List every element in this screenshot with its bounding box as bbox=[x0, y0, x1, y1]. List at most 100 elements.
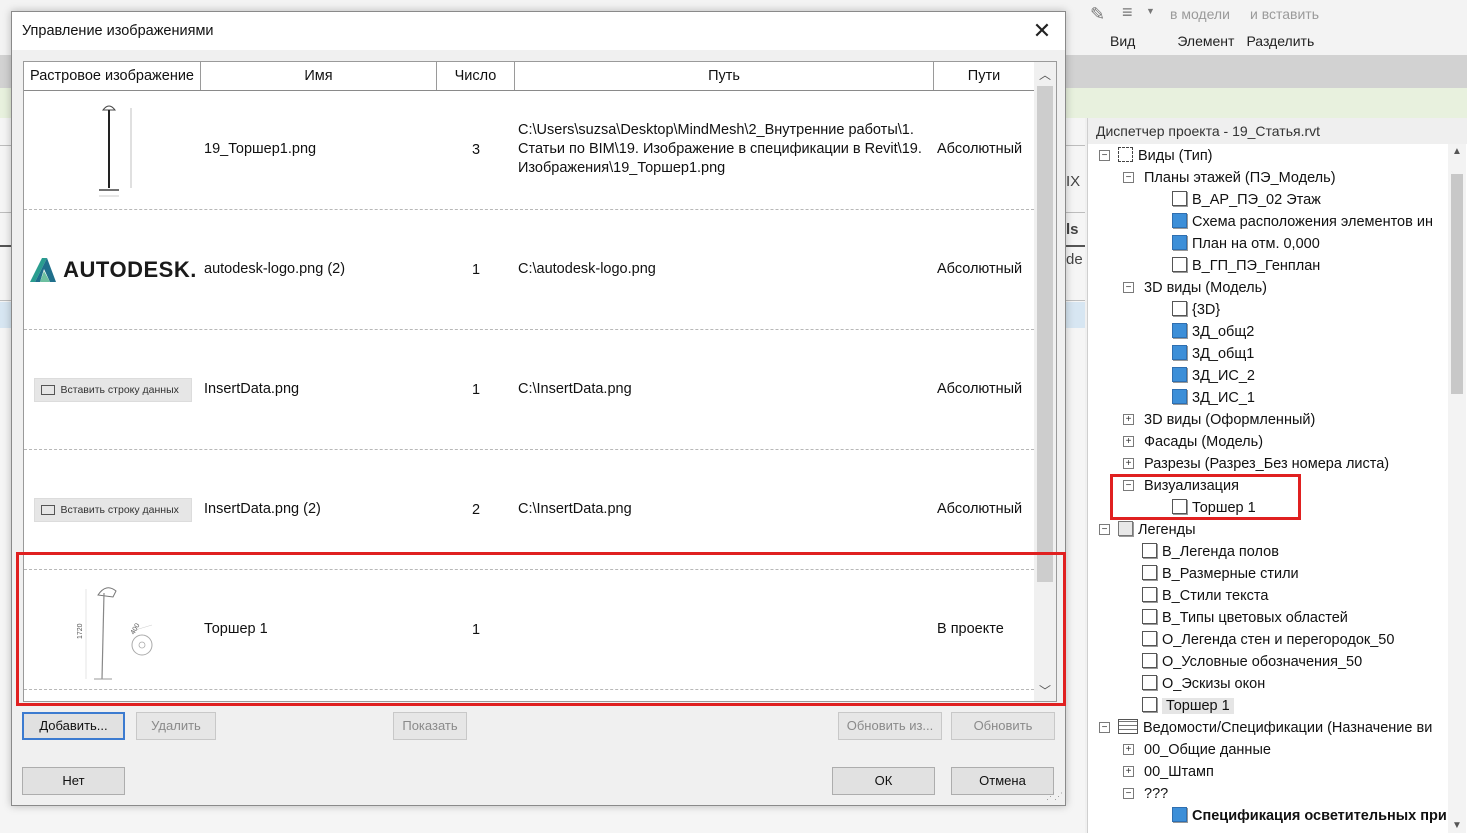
list-icon[interactable]: ≡ bbox=[1122, 2, 1133, 23]
tree-item[interactable]: − Ведомости/Спецификации (Назначение ви bbox=[1088, 717, 1448, 739]
tree-item[interactable]: План на отм. 0,000 bbox=[1088, 233, 1448, 255]
tree-item-label: В_АР_ПЭ_02 Этаж bbox=[1192, 192, 1321, 208]
expand-icon[interactable]: + bbox=[1123, 436, 1134, 447]
tree-item[interactable]: Схема расположения элементов ин bbox=[1088, 211, 1448, 233]
brush-icon[interactable]: ✎ bbox=[1090, 4, 1105, 25]
collapse-icon[interactable]: − bbox=[1099, 524, 1110, 535]
collapse-icon[interactable]: − bbox=[1123, 788, 1134, 799]
tree-item[interactable]: 3Д_ИС_1 bbox=[1088, 387, 1448, 409]
panel-label-split[interactable]: Разделить bbox=[1240, 33, 1320, 53]
tree-item[interactable]: +00_Штамп bbox=[1088, 761, 1448, 783]
no-button[interactable]: Нет bbox=[22, 767, 125, 795]
view-icon bbox=[1172, 301, 1187, 316]
tree-item[interactable]: +00_Общие данные bbox=[1088, 739, 1448, 761]
tree-item[interactable]: В_Типы цветовых областей bbox=[1088, 607, 1448, 629]
autodesk-logo-text: AUTODESK. bbox=[63, 256, 197, 282]
expand-icon[interactable]: + bbox=[1123, 458, 1134, 469]
tree-item-label: 3Д_общ1 bbox=[1192, 346, 1255, 362]
tree-item-label: Схема расположения элементов ин bbox=[1192, 214, 1433, 230]
table-row[interactable]: 19_Торшер1.png 3 C:\Users\suzsa\Desktop\… bbox=[24, 90, 1034, 210]
tree-item[interactable]: В_ГП_ПЭ_Генплан bbox=[1088, 255, 1448, 277]
image-name: autodesk-logo.png (2) bbox=[204, 261, 346, 277]
scroll-up-icon[interactable]: ︿ bbox=[1034, 66, 1056, 83]
add-button[interactable]: Добавить... bbox=[22, 712, 125, 740]
tree-item[interactable]: 3Д_общ1 bbox=[1088, 343, 1448, 365]
tree-item-label: В_Легенда полов bbox=[1162, 544, 1279, 560]
tree-item-label: Виды (Тип) bbox=[1138, 148, 1213, 164]
collapse-icon[interactable]: − bbox=[1099, 150, 1110, 161]
reload-from-button[interactable]: Обновить из... bbox=[838, 712, 942, 740]
tree-item[interactable]: −3D виды (Модель) bbox=[1088, 277, 1448, 299]
scrollbar-thumb[interactable] bbox=[1037, 86, 1053, 582]
cancel-button[interactable]: Отмена bbox=[951, 767, 1054, 795]
view-blue-icon bbox=[1172, 389, 1187, 404]
background-peek-text: IX bbox=[1066, 173, 1081, 190]
tree-item[interactable]: О_Условные обозначения_50 bbox=[1088, 651, 1448, 673]
tree-item[interactable]: О_Эскизы окон bbox=[1088, 673, 1448, 695]
column-header-raster[interactable]: Растровое изображение bbox=[24, 62, 201, 90]
tree-item[interactable]: В_Стили текста bbox=[1088, 585, 1448, 607]
tree-item[interactable]: + Разрезы (Разрез_Без номера листа) bbox=[1088, 453, 1448, 475]
scrollbar-thumb[interactable] bbox=[1451, 174, 1463, 394]
ribbon-ghost-text: в модели bbox=[1170, 6, 1230, 22]
panel-label-view[interactable]: Вид bbox=[1104, 33, 1141, 53]
tree-item[interactable]: + Фасады (Модель) bbox=[1088, 431, 1448, 453]
expand-icon[interactable]: + bbox=[1123, 414, 1134, 425]
view-blue-icon bbox=[1172, 807, 1187, 822]
autodesk-logo-icon bbox=[30, 257, 57, 282]
image-path: C:\autodesk-logo.png bbox=[518, 261, 656, 277]
panel-label-element[interactable]: Элемент bbox=[1171, 33, 1240, 53]
background-peek-text: de bbox=[1066, 251, 1083, 268]
scroll-down-icon[interactable]: ▼ bbox=[1448, 820, 1466, 831]
close-icon[interactable]: ✕ bbox=[1025, 16, 1059, 46]
annotation-highlight-box bbox=[16, 552, 1066, 706]
column-header-name[interactable]: Имя bbox=[201, 62, 437, 90]
column-header-path[interactable]: Путь bbox=[515, 62, 934, 90]
tree-item[interactable]: Спецификация осветительных при bbox=[1088, 805, 1448, 827]
view-icon bbox=[1142, 565, 1157, 580]
reload-button[interactable]: Обновить bbox=[951, 712, 1055, 740]
tree-item[interactable]: − Легенды bbox=[1088, 519, 1448, 541]
ok-button[interactable]: ОК bbox=[832, 767, 935, 795]
tree-item[interactable]: +3D виды (Оформленный) bbox=[1088, 409, 1448, 431]
table-row[interactable]: AUTODESK. autodesk-logo.png (2) 1 C:\aut… bbox=[24, 210, 1034, 330]
column-header-path-type[interactable]: Пути bbox=[934, 62, 1034, 90]
tree-item[interactable]: О_Легенда стен и перегородок_50 bbox=[1088, 629, 1448, 651]
tree-item-label: Торшер 1 bbox=[1162, 698, 1234, 714]
tree-item[interactable]: В_Легенда полов bbox=[1088, 541, 1448, 563]
delete-button[interactable]: Удалить bbox=[136, 712, 216, 740]
tree-item[interactable]: В_АР_ПЭ_02 Этаж bbox=[1088, 189, 1448, 211]
tree-item[interactable]: {3D} bbox=[1088, 299, 1448, 321]
project-browser-scrollbar[interactable]: ▲ ▼ bbox=[1448, 144, 1466, 833]
table-row[interactable]: Вставить строку данных InsertData.png 1 … bbox=[24, 330, 1034, 450]
view-blue-icon bbox=[1172, 345, 1187, 360]
tree-item[interactable]: В_Размерные стили bbox=[1088, 563, 1448, 585]
tree-item[interactable]: 3Д_ИС_2 bbox=[1088, 365, 1448, 387]
background-peek-text: ls bbox=[1066, 221, 1079, 238]
tree-item[interactable]: − Планы этажей (ПЭ_Модель) bbox=[1088, 167, 1448, 189]
collapse-icon[interactable]: − bbox=[1123, 172, 1134, 183]
chevron-down-icon[interactable]: ▼ bbox=[1146, 6, 1155, 16]
collapse-icon[interactable]: − bbox=[1099, 722, 1110, 733]
image-path: C:\InsertData.png bbox=[518, 381, 632, 397]
view-icon bbox=[1142, 609, 1157, 624]
scroll-up-icon[interactable]: ▲ bbox=[1448, 146, 1466, 157]
tree-item[interactable]: 3Д_общ2 bbox=[1088, 321, 1448, 343]
collapse-icon[interactable]: − bbox=[1123, 282, 1134, 293]
column-header-count[interactable]: Число bbox=[437, 62, 515, 90]
tree-item-label: {3D} bbox=[1192, 302, 1221, 318]
tree-item[interactable]: Торшер 1 bbox=[1088, 695, 1448, 717]
tree-item[interactable]: −??? bbox=[1088, 783, 1448, 805]
tree-item-label: В_Стили текста bbox=[1162, 588, 1269, 604]
tree-item-label: Фасады (Модель) bbox=[1144, 434, 1264, 450]
insert-data-thumb-text: Вставить строку данных bbox=[60, 503, 179, 516]
tree-item[interactable]: − Виды (Тип) bbox=[1088, 145, 1448, 167]
view-icon bbox=[1172, 257, 1187, 272]
tree-item-label: Спецификация осветительных при bbox=[1192, 808, 1447, 824]
image-path-type: Абсолютный bbox=[937, 381, 1023, 397]
expand-icon[interactable]: + bbox=[1123, 766, 1134, 777]
expand-icon[interactable]: + bbox=[1123, 744, 1134, 755]
resize-grip-icon[interactable]: ⋰⋰ bbox=[1046, 791, 1063, 802]
image-count: 1 bbox=[471, 261, 481, 278]
show-button[interactable]: Показать bbox=[393, 712, 467, 740]
